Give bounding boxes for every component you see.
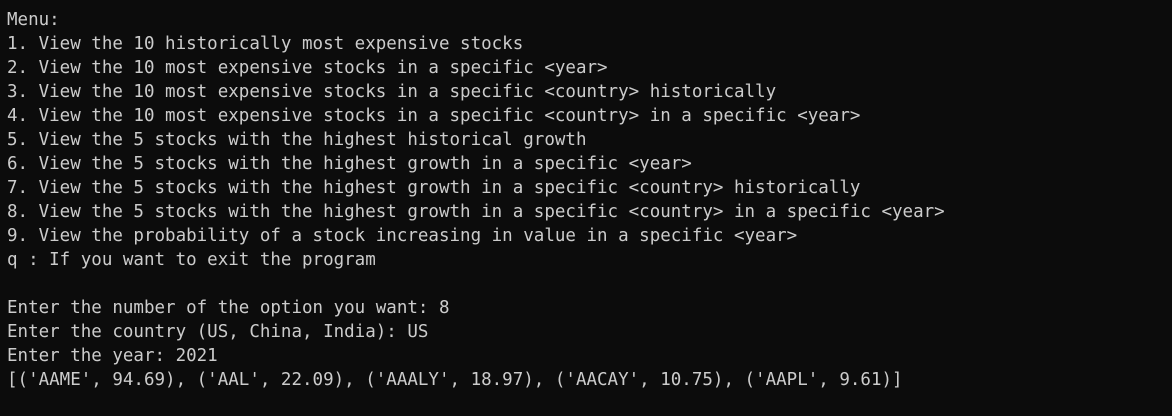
prompt-option: Enter the number of the option you want:… bbox=[7, 298, 450, 318]
menu-item-quit: q : If you want to exit the program bbox=[7, 250, 376, 270]
menu-item-4: 4. View the 10 most expensive stocks in … bbox=[7, 106, 861, 126]
menu-item-7: 7. View the 5 stocks with the highest gr… bbox=[7, 178, 861, 198]
terminal-window[interactable]: Menu: 1. View the 10 historically most e… bbox=[0, 0, 1172, 416]
menu-header: Menu: bbox=[7, 10, 60, 30]
prompt-country: Enter the country (US, China, India): US bbox=[7, 322, 429, 342]
menu-item-9: 9. View the probability of a stock incre… bbox=[7, 226, 798, 246]
menu-item-5: 5. View the 5 stocks with the highest hi… bbox=[7, 130, 587, 150]
menu-item-1: 1. View the 10 historically most expensi… bbox=[7, 34, 524, 54]
result-output: [('AAME', 94.69), ('AAL', 22.09), ('AAAL… bbox=[7, 370, 903, 390]
menu-item-8: 8. View the 5 stocks with the highest gr… bbox=[7, 202, 945, 222]
prompt-year: Enter the year: 2021 bbox=[7, 346, 218, 366]
menu-item-6: 6. View the 5 stocks with the highest gr… bbox=[7, 154, 692, 174]
menu-item-2: 2. View the 10 most expensive stocks in … bbox=[7, 58, 608, 78]
menu-item-3: 3. View the 10 most expensive stocks in … bbox=[7, 82, 777, 102]
